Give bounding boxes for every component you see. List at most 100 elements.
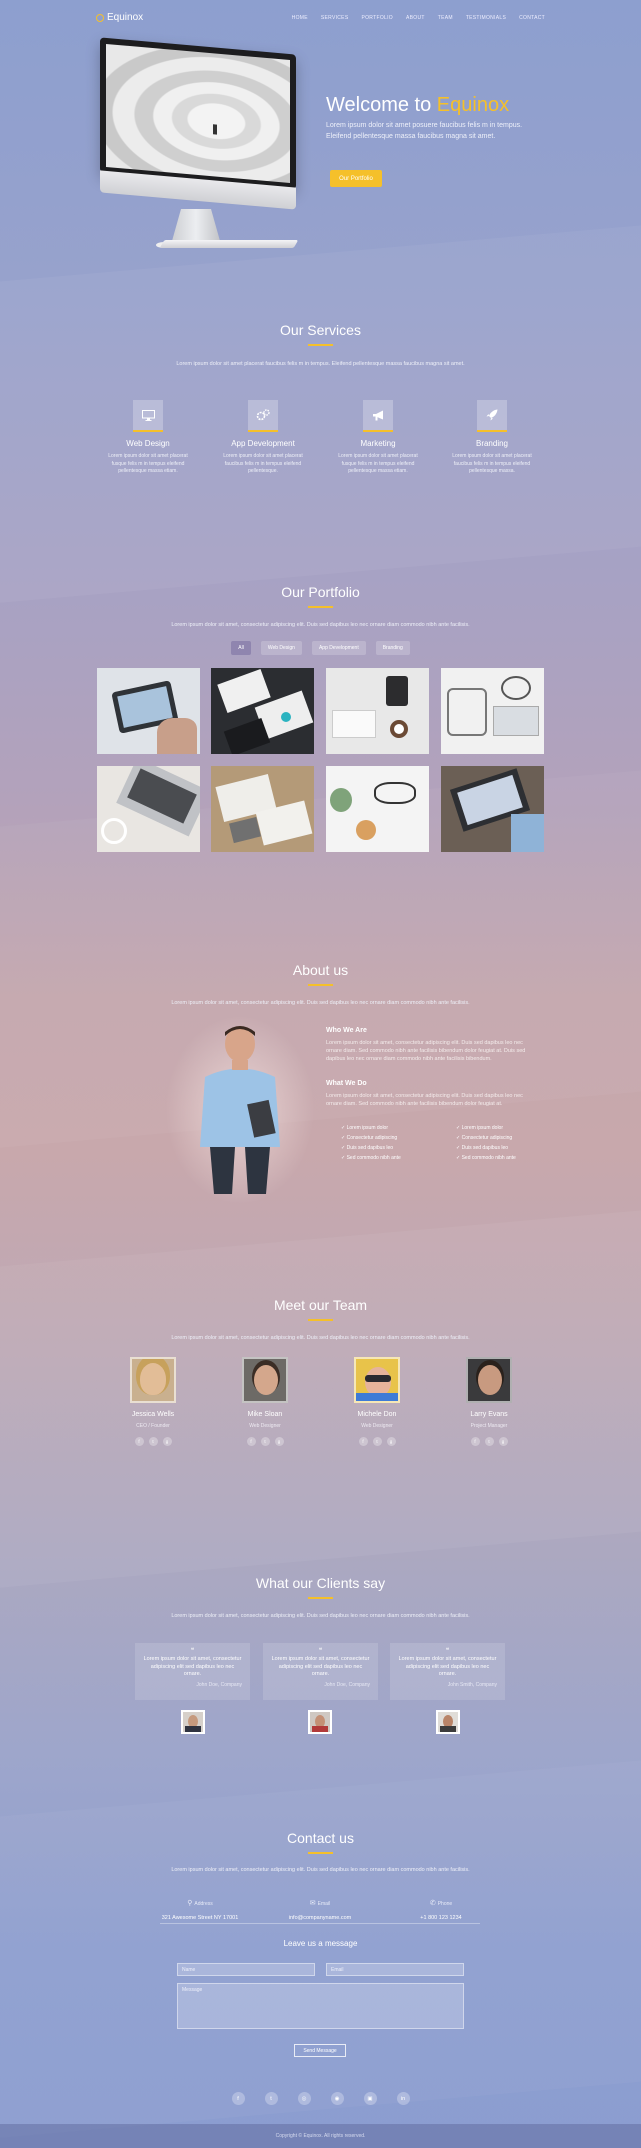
dribbble-icon[interactable]: ◎ (297, 2092, 311, 2105)
linkedin-icon[interactable]: in (396, 2092, 410, 2105)
testimonial-card: ❝ Lorem ipsum dolor sit amet, consectetu… (135, 1643, 250, 1700)
google-plus-icon[interactable]: g (386, 1437, 396, 1446)
portfolio-item-tablet[interactable] (97, 668, 200, 754)
facebook-icon[interactable]: f (470, 1437, 480, 1446)
twitter-icon[interactable]: t (372, 1437, 382, 1446)
avatar (354, 1357, 400, 1403)
services-checklist-right: Lorem ipsum dolor Consectetur adipiscing… (456, 1123, 516, 1163)
facebook-icon[interactable]: f (231, 2092, 245, 2105)
twitter-icon[interactable]: t (264, 2092, 278, 2105)
about-description: Lorem ipsum dolor sit amet, consectetur … (171, 1000, 470, 1006)
site-logo[interactable]: Equinox (96, 12, 143, 23)
footer-copyright: Copyright © Equinox. All rights reserved… (0, 2124, 641, 2148)
nav-item-services[interactable]: SERVICES (321, 15, 349, 21)
nav-item-team[interactable]: TEAM (438, 15, 453, 21)
github-icon[interactable]: ◉ (330, 2092, 344, 2105)
services-title: Our Services (280, 322, 361, 338)
portfolio-item-coffee[interactable] (326, 668, 429, 754)
filter-web-design[interactable]: Web Design (260, 641, 302, 655)
who-we-are-heading: Who We Are (326, 1027, 367, 1034)
monitor-stand (172, 209, 220, 241)
testimonials-title: What our Clients say (255, 1575, 386, 1591)
email-input[interactable] (326, 1963, 464, 1976)
message-textarea[interactable] (177, 1983, 464, 2029)
twitter-icon[interactable]: t (484, 1437, 494, 1446)
filter-all[interactable]: All (231, 641, 251, 655)
email-label: Email (317, 1901, 331, 1907)
instagram-icon[interactable]: ▣ (363, 2092, 377, 2105)
checklist-item: Lorem ipsum dolor (341, 1123, 401, 1133)
twitter-icon[interactable]: t (148, 1437, 158, 1446)
checklist-item: Duis sed dapibus leo (456, 1143, 516, 1153)
member-name: Jessica Wells (131, 1411, 175, 1418)
filter-app-development[interactable]: App Development (311, 641, 366, 655)
service-title: App Development (231, 439, 295, 448)
about-title: About us (292, 962, 349, 978)
portfolio-item-laptop[interactable] (97, 766, 200, 852)
facebook-icon[interactable]: f (358, 1437, 368, 1446)
hero-subtitle: Lorem ipsum dolor sit amet posuere fauci… (326, 122, 523, 140)
portfolio-item-desk[interactable] (441, 668, 544, 754)
name-input[interactable] (177, 1963, 315, 1976)
portfolio-description: Lorem ipsum dolor sit amet, consectetur … (171, 622, 470, 628)
our-portfolio-button[interactable]: Our Portfolio (330, 170, 382, 187)
testimonial-text: Lorem ipsum dolor sit amet, consectetur … (271, 1656, 370, 1677)
avatar (242, 1357, 288, 1403)
member-role: Project Manager (470, 1423, 508, 1429)
hero-monitor-image (96, 37, 306, 256)
background-band (0, 222, 641, 604)
quote-icon: ❝ (318, 1648, 323, 1654)
contact-address: ⚲ Address 321 Awesome Street NY 17001 (135, 1892, 265, 1921)
hero-title-prefix: Welcome to (326, 94, 432, 116)
service-title: Web Design (126, 439, 170, 448)
logo-circle-icon (96, 13, 104, 22)
google-plus-icon[interactable]: g (274, 1437, 284, 1446)
monitor-screen (100, 37, 296, 190)
phone-value: +1 800 123 1234 (420, 1915, 462, 1921)
phone-icon: ✆ (429, 1900, 436, 1907)
nav-item-portfolio[interactable]: PORTFOLIO (361, 15, 393, 21)
twitter-icon[interactable]: t (260, 1437, 270, 1446)
portfolio-divider (308, 606, 333, 608)
nav-item-home[interactable]: HOME (292, 15, 308, 21)
team-member-card: Jessica Wells CEO / Founder f t g (113, 1357, 193, 1446)
team-member-card: Michele Don Web Designer f t g (337, 1357, 417, 1446)
checklist-item: Consectetur adipiscing (341, 1133, 401, 1143)
hero-title: Welcome to Equinox (326, 94, 509, 117)
portfolio-item-notebooks[interactable] (211, 766, 314, 852)
avatar (130, 1357, 176, 1403)
portfolio-item-workspace[interactable] (441, 766, 544, 852)
portfolio-item-cards[interactable] (211, 668, 314, 754)
nav-item-contact[interactable]: CONTACT (519, 15, 545, 21)
testimonial-author: John Smith, Company (447, 1681, 497, 1688)
client-avatar (436, 1710, 460, 1734)
rocket-icon (477, 400, 507, 430)
top-navigation: Equinox HOME SERVICES PORTFOLIO ABOUT TE… (0, 0, 641, 36)
service-branding: Branding Lorem ipsum dolor sit amet plac… (442, 400, 542, 476)
filter-branding[interactable]: Branding (375, 641, 410, 655)
checklist-item: Consectetur adipiscing (456, 1133, 516, 1143)
team-member-card: Larry Evans Project Manager f t g (449, 1357, 529, 1446)
service-text: Lorem ipsum dolor sit amet placerat fauc… (223, 453, 303, 474)
google-plus-icon[interactable]: g (498, 1437, 508, 1446)
megaphone-icon (363, 400, 393, 430)
facebook-icon[interactable]: f (134, 1437, 144, 1446)
testimonial-text: Lorem ipsum dolor sit amet, consectetur … (398, 1656, 497, 1677)
portfolio-title: Our Portfolio (281, 584, 360, 600)
hero-title-accent: Equinox (436, 94, 510, 116)
checklist-item: Sed commodo nibh ante (341, 1153, 401, 1163)
service-title: Branding (475, 439, 509, 448)
services-divider (308, 344, 333, 346)
service-text: Lorem ipsum dolor sit amet placerat fusq… (108, 453, 188, 474)
service-marketing: Marketing Lorem ipsum dolor sit amet pla… (328, 400, 428, 476)
contact-description: Lorem ipsum dolor sit amet, consectetur … (171, 1867, 470, 1873)
portfolio-item-glasses[interactable] (326, 766, 429, 852)
nav-item-testimonials[interactable]: TESTIMONIALS (466, 15, 506, 21)
facebook-icon[interactable]: f (246, 1437, 256, 1446)
google-plus-icon[interactable]: g (162, 1437, 172, 1446)
email-value[interactable]: info@companyname.com (255, 1915, 385, 1921)
nav-item-about[interactable]: ABOUT (406, 15, 425, 21)
member-name: Mike Sloan (247, 1411, 283, 1418)
send-message-button[interactable]: Send Message (294, 2044, 346, 2057)
testimonial-text: Lorem ipsum dolor sit amet, consectetur … (143, 1656, 242, 1677)
